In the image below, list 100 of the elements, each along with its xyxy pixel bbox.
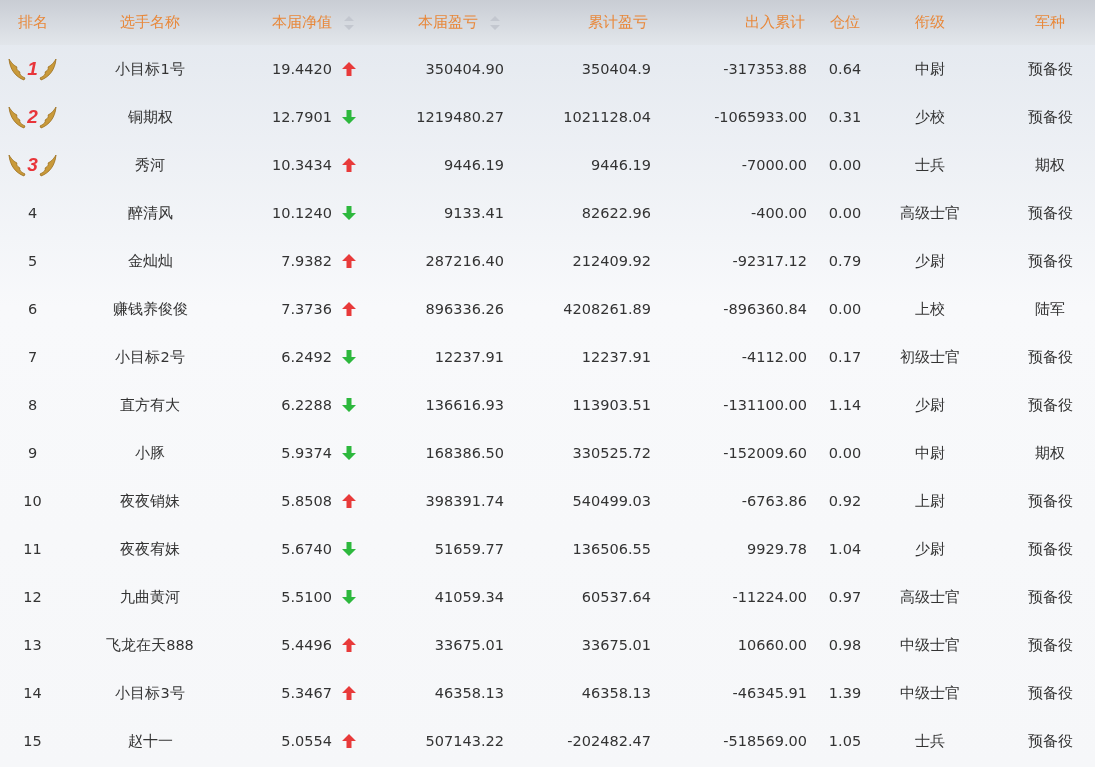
player-name: 小目标2号 [115,347,185,367]
table-cell: 540499.03 [572,493,651,509]
player-name: 赚钱养俊俊 [112,299,188,319]
table-cell: 初级士官 [900,347,960,367]
rank-number: 6 [27,301,38,317]
player-name: 赵十一 [127,731,173,751]
table-cell: -202482.47 [567,733,651,749]
table-cell: 12237.91 [434,349,504,365]
table-cell: 中尉 [915,59,945,79]
player-name: 金灿灿 [127,251,173,271]
table-cell: 0.00 [828,205,862,221]
rank-number: 5 [27,253,38,269]
column-header: 衔级 [915,13,945,32]
table-cell: 期权 [1035,443,1065,463]
table-cell: 预备役 [1027,635,1073,655]
table-cell: 期权 [1035,155,1065,175]
rank-number: 15 [23,733,42,749]
table-cell: 上尉 [915,491,945,511]
table-cell: 少尉 [915,539,945,559]
net-value: 6.2492 [281,349,332,365]
net-value: 12.7901 [272,109,332,125]
rank-number: 10 [23,493,42,509]
table-cell: 9929.78 [747,541,807,557]
table-cell: 预备役 [1027,587,1073,607]
table-cell: 4208261.89 [563,301,651,317]
table-cell: 287216.40 [425,253,504,269]
column-header: 排名 [17,13,48,32]
table-cell: -518569.00 [723,733,807,749]
table-cell: 896336.26 [425,301,504,317]
rank-number: 14 [23,685,42,701]
table-cell: 507143.22 [425,733,504,749]
player-name: 小目标1号 [115,59,185,79]
player-name: 九曲黄河 [120,587,180,607]
player-name: 直方有大 [120,395,180,415]
table-cell: 少校 [915,107,945,127]
net-value: 5.9374 [281,445,332,461]
table-cell: 9446.19 [591,157,651,173]
table-cell: 1219480.27 [416,109,504,125]
column-header: 选手名称 [120,13,180,32]
table-cell: -1065933.00 [714,109,807,125]
table-cell: 中级士官 [900,683,960,703]
table-cell: 0.64 [828,61,862,77]
net-value: 10.3434 [272,157,332,173]
table-cell: 上校 [915,299,945,319]
table-cell: 1.39 [828,685,862,701]
table-cell: 陆军 [1035,299,1065,319]
net-value: 19.4420 [272,61,332,77]
table-cell: 预备役 [1027,731,1073,751]
table-cell: 0.00 [828,445,862,461]
table-cell: 士兵 [915,155,945,175]
rank-number: 9 [27,445,38,461]
net-value: 5.4496 [281,637,332,653]
table-cell: 330525.72 [572,445,651,461]
net-value: 5.5100 [281,589,332,605]
column-header: 军种 [1035,13,1065,32]
table-cell: 212409.92 [572,253,651,269]
table-cell: -317353.88 [723,61,807,77]
rank-number: 13 [23,637,42,653]
player-name: 夜夜销妹 [120,491,180,511]
wing-icon [8,57,27,81]
table-cell: 预备役 [1027,395,1073,415]
wing-icon [38,57,57,81]
table-cell: 预备役 [1027,203,1073,223]
table-cell: 预备役 [1027,683,1073,703]
table-cell: 1021128.04 [563,109,651,125]
table-cell: 高级士官 [900,203,960,223]
table-cell: 46358.13 [434,685,504,701]
table-cell: 0.31 [828,109,862,125]
table-cell: 士兵 [915,731,945,751]
net-value: 7.3736 [281,301,332,317]
table-cell: 9133.41 [444,205,504,221]
table-cell: 168386.50 [425,445,504,461]
table-cell: -11224.00 [732,589,807,605]
column-header: 出入累计 [745,13,805,32]
table-cell: 预备役 [1027,107,1073,127]
player-name: 小目标3号 [115,683,185,703]
rank-number: 3 [27,154,38,176]
wing-icon [38,105,57,129]
table-cell: 0.79 [828,253,862,269]
table-cell: 少尉 [915,395,945,415]
table-cell: 预备役 [1027,491,1073,511]
table-cell: 预备役 [1027,251,1073,271]
wing-icon [8,153,27,177]
table-cell: 350404.90 [425,61,504,77]
column-header[interactable]: 本届净值 [272,13,332,32]
table-cell: 136506.55 [572,541,651,557]
rank-number: 2 [27,106,38,128]
table-cell: 136616.93 [425,397,504,413]
sort-icon[interactable] [344,15,354,30]
table-cell: 1.14 [828,397,862,413]
rank-number: 12 [23,589,42,605]
table-cell: 0.17 [828,349,862,365]
net-value: 5.8508 [281,493,332,509]
sort-icon[interactable] [490,15,500,30]
column-header: 仓位 [830,13,860,32]
column-header[interactable]: 本届盈亏 [418,13,478,32]
player-name: 秀河 [135,155,165,175]
table-cell: 33675.01 [434,637,504,653]
player-name: 铜期权 [127,107,173,127]
table-cell: 0.92 [828,493,862,509]
